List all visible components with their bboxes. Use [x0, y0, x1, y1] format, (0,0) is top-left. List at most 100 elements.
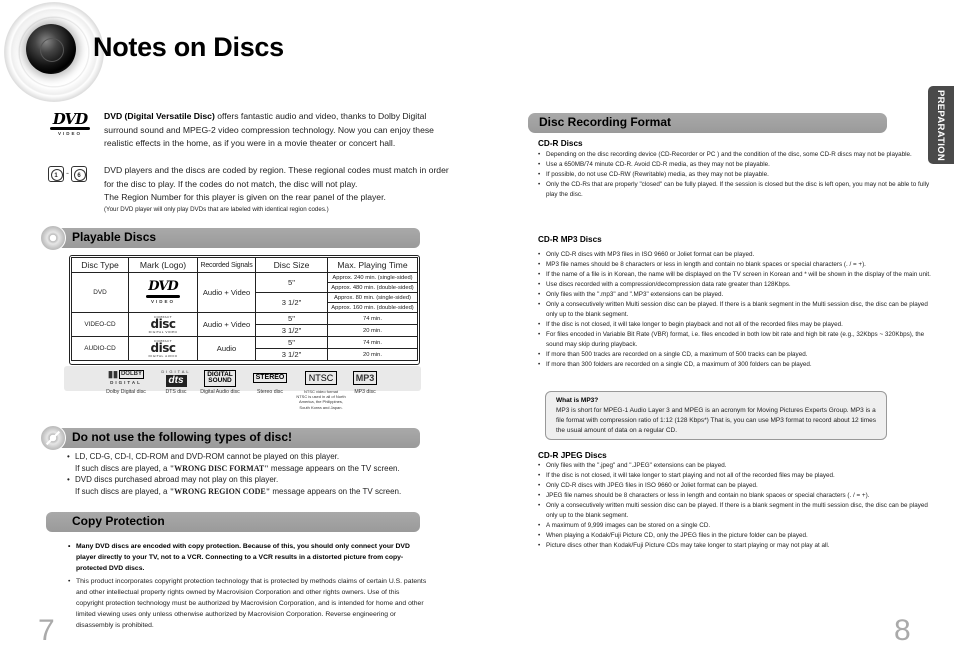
disc-size: 5": [255, 336, 328, 349]
disc-size: 5": [255, 272, 328, 293]
list-item: Depending on the disc recording device (…: [538, 150, 938, 160]
stereo-logo: STEREO Stereo disc: [248, 370, 292, 396]
disc-recording-format-header: Disc Recording Format: [528, 113, 887, 133]
ntsc-note: NTSC is used in all of North America, th…: [296, 394, 346, 410]
disc-type: AUDIO-CD: [71, 336, 129, 361]
what-is-mp3-heading: What is MP3?: [556, 397, 599, 404]
col-header: Max. Playing Time: [327, 257, 418, 273]
disc-type: DVD: [71, 272, 129, 313]
cdr-discs-list: Depending on the disc recording device (…: [538, 150, 938, 200]
playing-time: Approx. 160 min. (double-sided): [327, 302, 418, 313]
globe-region-icon: 6: [71, 166, 87, 182]
playable-discs-header: Playable Discs: [40, 225, 420, 251]
list-item: Only CD-R discs with JPEG files in ISO 9…: [538, 481, 938, 491]
col-header: Mark (Logo): [128, 257, 198, 273]
compact-disc-video-logo-icon: COMPACT disc DIGITAL VIDEO: [148, 314, 178, 334]
speaker-disc-icon: [4, 2, 104, 102]
list-item: When playing a Kodak/Fuji Picture CD, on…: [538, 531, 938, 541]
list-item: If more than 500 tracks are recorded on …: [538, 350, 938, 360]
list-item: A maximum of 9,999 images can be stored …: [538, 521, 938, 531]
logo-caption: Dolby Digital disc: [106, 389, 146, 395]
disc-logo: COMPACT disc DIGITAL VIDEO: [128, 312, 198, 337]
disc-size: 5": [255, 312, 328, 325]
digital-sound-icon: DIGITAL SOUND: [204, 369, 236, 387]
logo-caption: Digital Audio disc: [200, 389, 240, 395]
recorded-signals: Audio + Video: [197, 312, 256, 337]
list-item: Many DVD discs are encoded with copy pro…: [68, 541, 428, 575]
playable-discs-table: Disc Type Mark (Logo) Recorded Signals D…: [71, 257, 418, 361]
playing-time: 20 min.: [327, 324, 418, 337]
compact-disc-audio-logo-icon: COMPACT disc DIGITAL AUDIO: [148, 338, 178, 358]
left-page: Notes on Discs DVD VIDEO DVD (Digital Ve…: [0, 0, 477, 666]
list-item: Only files with the ".mp3" and ".MP3" ex…: [538, 290, 938, 300]
cdr-discs-heading: CD-R Discs: [538, 139, 583, 148]
dolby-digital-icon: ▮▮ DOLBY DIGITAL: [108, 369, 144, 385]
do-not-use-list: LD, CD-G, CD-I, CD-ROM and DVD-ROM canno…: [67, 451, 427, 497]
what-is-mp3-text: MP3 is short for MPEG-1 Audio Layer 3 an…: [556, 407, 876, 434]
dvd-logo-icon: DVD VIDEO: [141, 280, 185, 305]
copy-protection-header: Copy Protection: [46, 512, 420, 532]
playing-time: Approx. 80 min. (single-sided): [327, 292, 418, 303]
playing-time: 74 min.: [327, 312, 418, 325]
table-row: VIDEO-CD COMPACT disc DIGITAL VIDEO Audio …: [71, 312, 418, 337]
disc-size: 3 1/2": [255, 292, 328, 313]
col-header: Disc Type: [71, 257, 129, 273]
list-item: Only CD-R discs with MP3 files in ISO 96…: [538, 250, 938, 260]
region-code-icons: 1 - 6: [48, 166, 98, 182]
prohibited-disc-icon: [40, 425, 66, 451]
table-row: AUDIO-CD COMPACT disc DIGITAL AUDIO Audio …: [71, 336, 418, 361]
list-item: Only a consecutively written Multi sessi…: [538, 300, 938, 320]
region-note: (Your DVD player will only play DVDs tha…: [104, 205, 329, 213]
mp3-logo: MP3 MP3 disc: [348, 370, 382, 396]
list-item: LD, CD-G, CD-I, CD-ROM and DVD-ROM canno…: [67, 451, 427, 474]
list-item: DVD discs purchased abroad may not play …: [67, 474, 427, 497]
list-item: If possible, do not use CD-RW (Rewritabl…: [538, 170, 938, 180]
cdr-mp3-heading: CD-R MP3 Discs: [538, 235, 602, 244]
stereo-icon: STEREO: [252, 372, 288, 384]
list-item: Only files with the ".jpeg" and ".JPEG" …: [538, 461, 938, 471]
playing-time: Approx. 480 min. (double-sided): [327, 282, 418, 293]
dvd-intro-lead: DVD (Digital Versatile Disc): [104, 111, 215, 121]
list-item: For files encoded in Variable Bit Rate (…: [538, 330, 938, 350]
globe-region-icon: 1: [48, 166, 64, 182]
copy-protection-list: Many DVD discs are encoded with copy pro…: [68, 541, 428, 632]
list-item: MP3 file names should be 8 characters or…: [538, 260, 938, 270]
list-item: Only the CD-Rs that are properly "closed…: [538, 180, 938, 200]
disc-size: 3 1/2": [255, 348, 328, 361]
logo-caption: DTS disc: [165, 389, 187, 395]
dvd-logo-icon: DVD VIDEO: [48, 112, 92, 137]
disc-logo: COMPACT disc DIGITAL AUDIO: [128, 336, 198, 361]
what-is-mp3-box: What is MP3? MP3 is short for MPEG-1 Aud…: [545, 391, 887, 440]
recorded-signals: Audio + Video: [197, 272, 256, 313]
region-text: DVD players and the discs are coded by r…: [104, 165, 449, 189]
table-row: DVD DVD VIDEO Audio + Video 5" Approx. 24…: [71, 272, 418, 313]
playing-time: Approx. 240 min. (single-sided): [327, 272, 418, 283]
ntsc-logo: NTSC NTSC video format NTSC is used in a…: [296, 370, 346, 410]
region-number-text: The Region Number for this player is giv…: [104, 192, 386, 202]
page-number: 7: [38, 614, 55, 647]
disc-icon: [40, 225, 66, 251]
mp3-icon: MP3: [352, 371, 378, 385]
list-item: JPEG file names should be 8 characters o…: [538, 491, 938, 501]
logo-caption: Stereo disc: [257, 389, 283, 395]
list-item: If the disc is not closed, it will take …: [538, 471, 938, 481]
dolby-digital-logo: ▮▮ DOLBY DIGITAL Dolby Digital disc: [100, 370, 152, 396]
logo-caption: MP3 disc: [354, 389, 376, 395]
region-intro: 1 - 6 DVD players and the discs are code…: [48, 164, 458, 215]
page-title: Notes on Discs: [93, 32, 284, 62]
ntsc-icon: NTSC: [304, 371, 338, 385]
page-number: 8: [894, 614, 911, 647]
dts-icon: dts: [165, 374, 187, 387]
list-item: Use a 650MB/74 minute CD-R. Avoid CD-R m…: [538, 160, 938, 170]
dts-logo: DIGITAL dts DTS disc: [156, 369, 196, 396]
list-item: Picture discs other than Kodak/Fuji Pict…: [538, 541, 938, 551]
do-not-use-header: Do not use the following types of disc!: [40, 425, 420, 451]
cdr-mp3-list: Only CD-R discs with MP3 files in ISO 96…: [538, 250, 938, 370]
list-item: If more than 300 folders are recorded on…: [538, 360, 938, 370]
playing-time: 74 min.: [327, 336, 418, 349]
list-item: If the disc is not closed, it will take …: [538, 320, 938, 330]
recorded-signals: Audio: [197, 336, 256, 361]
digital-sound-logo: DIGITAL SOUND Digital Audio disc: [198, 369, 242, 396]
cdr-jpeg-list: Only files with the ".jpeg" and ".JPEG" …: [538, 461, 938, 551]
disc-type: VIDEO-CD: [71, 312, 129, 337]
